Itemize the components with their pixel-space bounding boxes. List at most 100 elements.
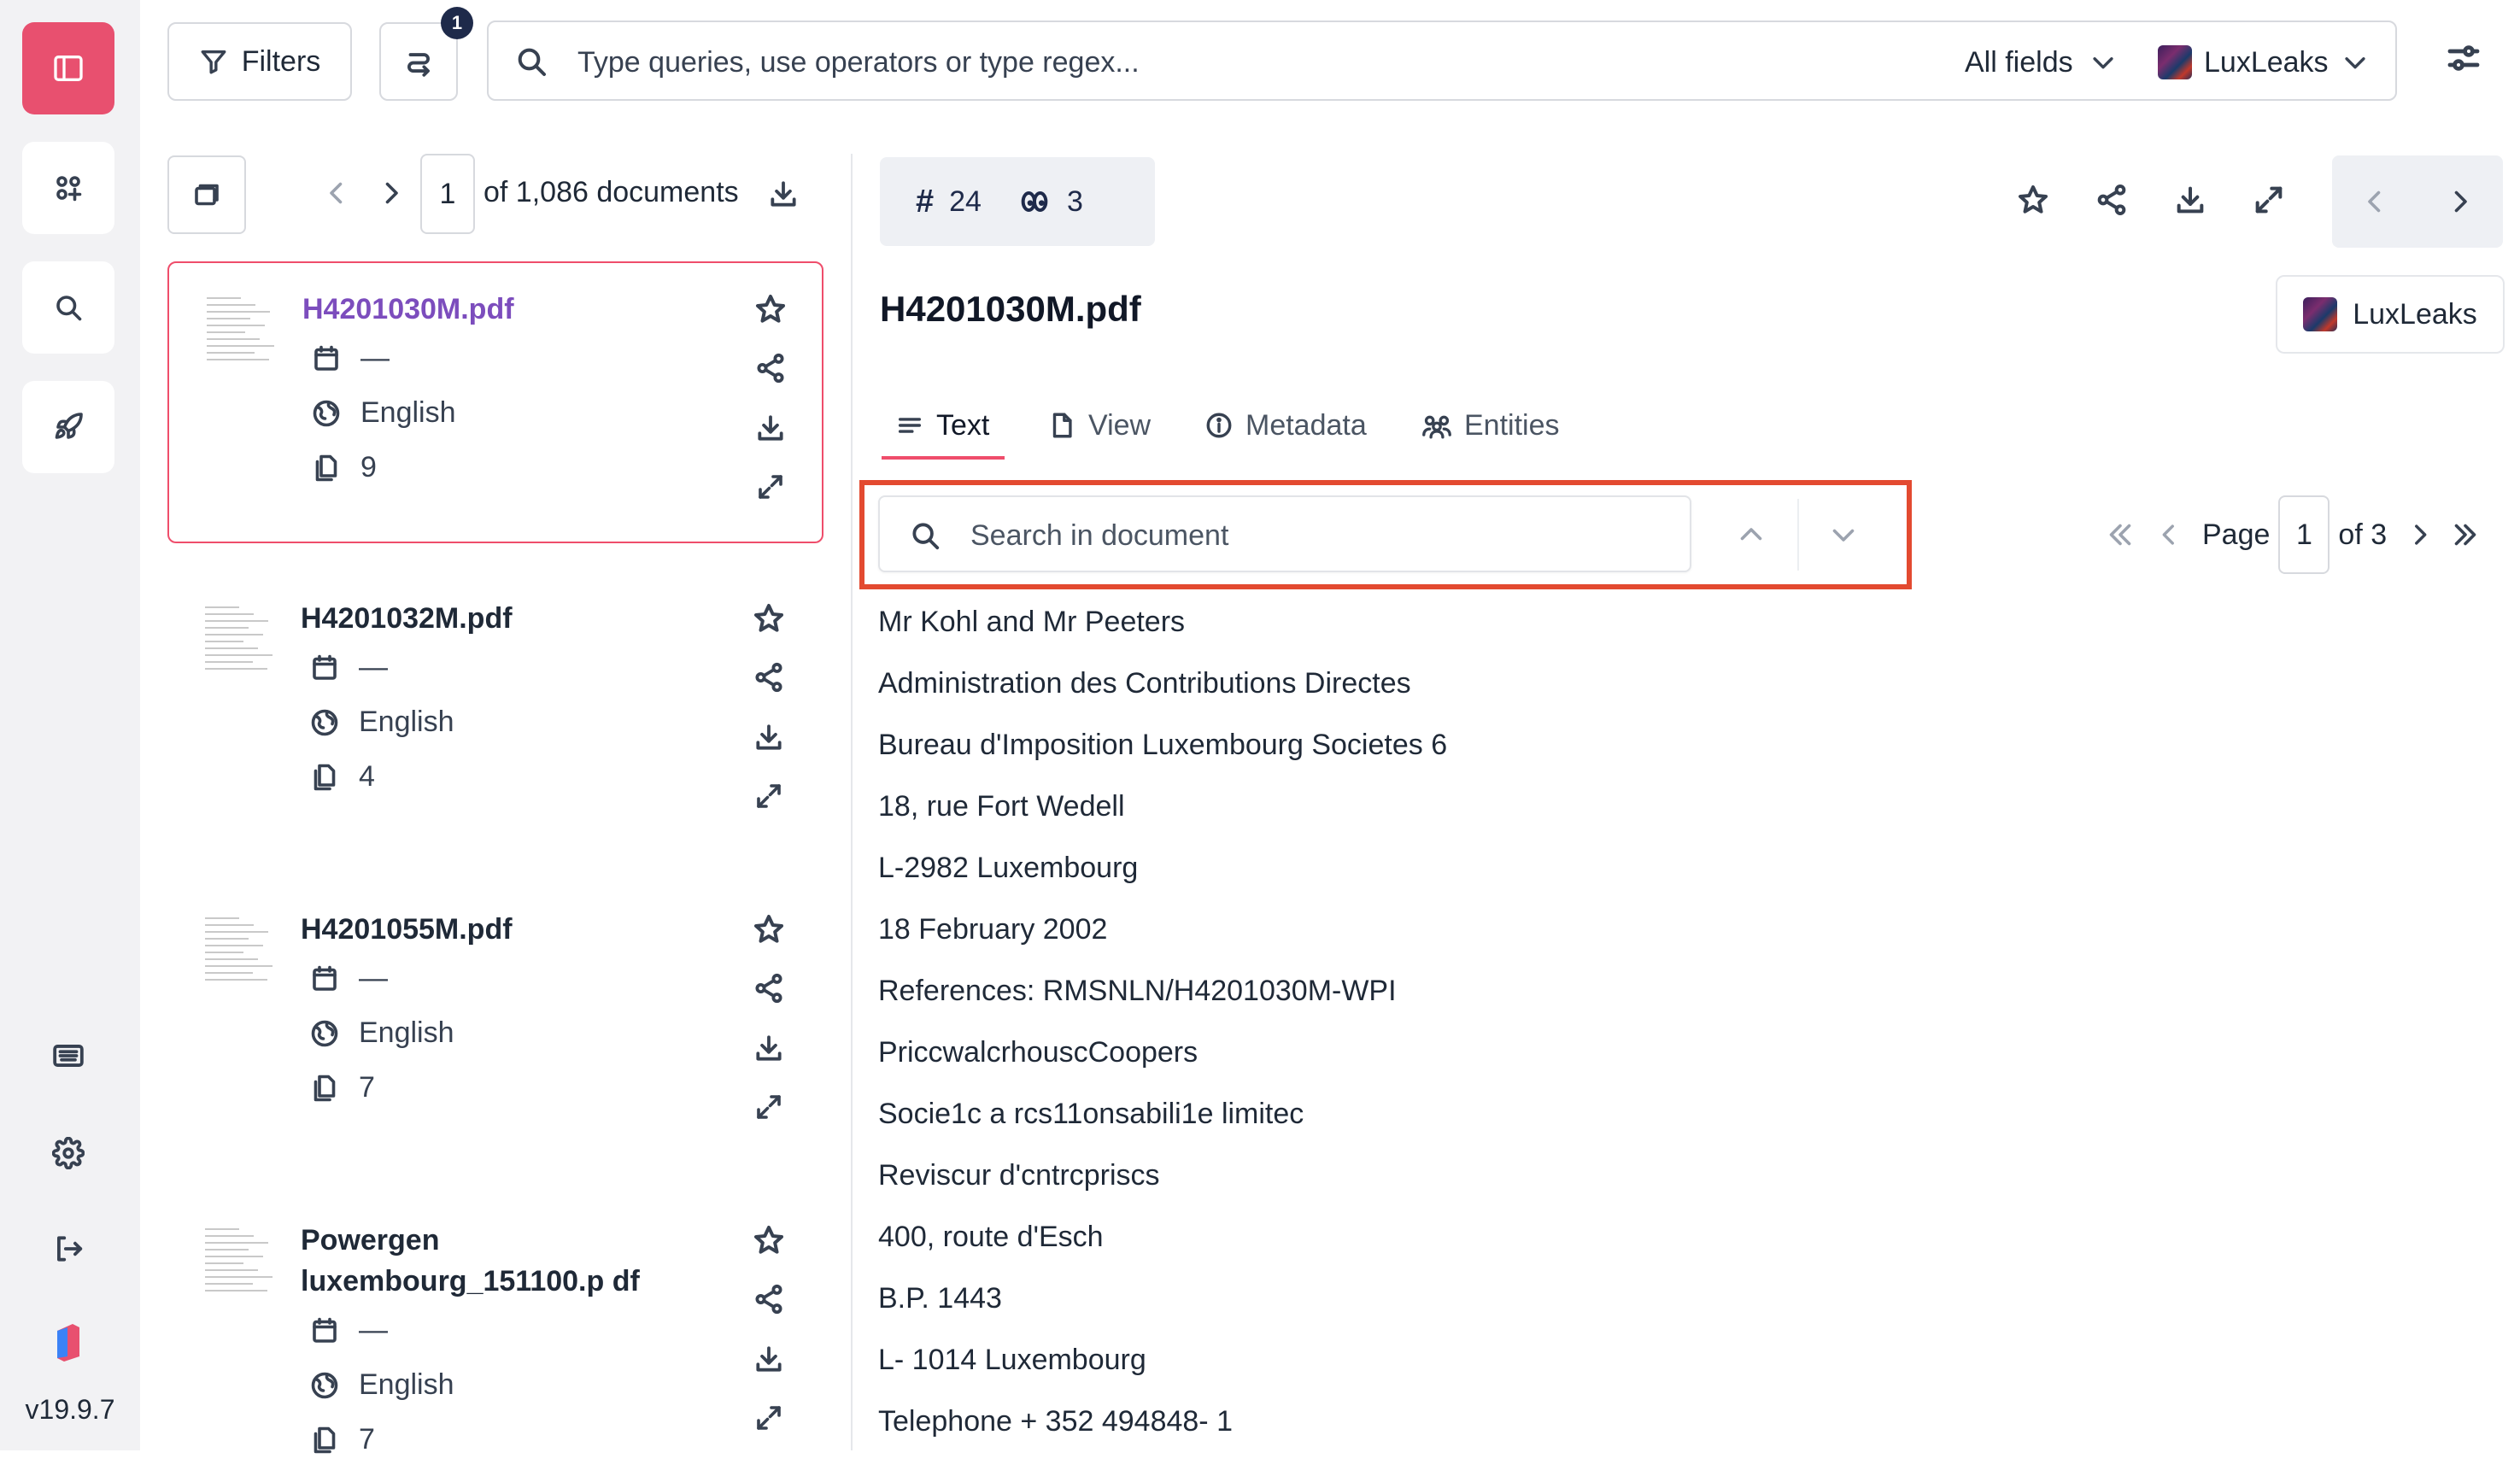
globe-icon — [313, 400, 340, 426]
next-page-button[interactable] — [376, 178, 407, 208]
document-card[interactable]: Powergen luxembourg_151100.p df — English 7 — [167, 1194, 823, 1476]
download-document-button[interactable] — [2173, 183, 2207, 217]
next-match-button[interactable] — [1797, 499, 1888, 571]
document-text-line: Reviscur d'cntrcpriscs — [878, 1159, 1160, 1192]
filters-button[interactable]: Filters — [167, 22, 352, 101]
star-button[interactable] — [753, 292, 788, 352]
share-document-button[interactable] — [2095, 183, 2129, 217]
share-icon — [755, 973, 782, 1004]
settings-button[interactable] — [43, 1128, 94, 1179]
share-button[interactable] — [752, 661, 786, 721]
download-icon — [2177, 186, 2204, 214]
tab-metadata[interactable]: Metadata — [1204, 393, 1367, 458]
project-badge[interactable]: LuxLeaks — [2276, 275, 2505, 354]
previous-page-button[interactable] — [321, 178, 352, 208]
expand-button[interactable] — [752, 1092, 786, 1151]
star-button[interactable] — [752, 1223, 786, 1283]
document-card-title[interactable]: H4201032M.pdf — [301, 598, 728, 639]
sidebar-toggle-button[interactable] — [22, 22, 114, 114]
gear-icon — [52, 1137, 85, 1169]
search-input[interactable] — [576, 36, 1690, 89]
document-card[interactable]: H4201055M.pdf — English 7 — [167, 883, 823, 1165]
pages-icon — [314, 1075, 336, 1101]
download-button[interactable] — [753, 412, 788, 472]
tags-counter[interactable]: # 24 — [916, 184, 982, 220]
tasks-button[interactable] — [22, 381, 114, 473]
document-text: Mr Kohl and Mr Peeters Administration des… — [878, 600, 1447, 1461]
funnel-icon — [201, 50, 226, 74]
share-button[interactable] — [753, 352, 788, 412]
star-button[interactable] — [752, 601, 786, 661]
download-results-button[interactable] — [767, 178, 800, 210]
previous-page-button[interactable] — [2154, 520, 2183, 549]
logout-button[interactable] — [43, 1223, 94, 1274]
left-rail: v19.9.7 — [0, 0, 140, 1450]
previous-document-button[interactable] — [2359, 186, 2390, 217]
first-page-button[interactable] — [2105, 519, 2136, 550]
chevron-right-icon — [2415, 524, 2427, 545]
calendar-icon — [313, 965, 337, 991]
chevron-left-icon — [330, 182, 343, 204]
document-date-row: — — [311, 342, 390, 375]
chevron-right-icon — [2454, 190, 2467, 213]
window-icon — [195, 184, 219, 206]
document-date: — — [359, 651, 388, 683]
document-card-title[interactable]: H4201030M.pdf — [302, 289, 730, 330]
document-search-input[interactable] — [969, 509, 1656, 562]
page-number-input[interactable]: 1 — [2278, 495, 2330, 574]
star-document-button[interactable] — [2016, 183, 2050, 217]
document-text-line: Telephone + 352 494848- 1 — [878, 1405, 1233, 1438]
tab-text[interactable]: Text — [895, 393, 989, 458]
last-page-button[interactable] — [2450, 519, 2481, 550]
star-icon — [756, 295, 785, 323]
page-number-input[interactable]: 1 — [420, 154, 475, 234]
fields-dropdown[interactable]: All fields — [1965, 38, 2118, 87]
download-button[interactable] — [752, 1032, 786, 1092]
document-card-actions — [752, 601, 786, 840]
tags-count: 24 — [949, 184, 982, 218]
document-text-line: Mr Kohl and Mr Peeters — [878, 606, 1186, 638]
double-chevron-left-icon — [2109, 524, 2131, 546]
document-card-title[interactable]: H4201055M.pdf — [301, 909, 728, 950]
document-card-actions — [753, 292, 788, 531]
recommended-counter[interactable]: 3 — [1017, 184, 1083, 219]
tab-view[interactable]: View — [1047, 393, 1151, 458]
document-date: — — [359, 962, 388, 994]
double-chevron-right-icon — [2454, 524, 2476, 546]
next-page-button[interactable] — [2406, 520, 2435, 549]
previous-match-button[interactable] — [1708, 499, 1794, 571]
project-dropdown[interactable]: LuxLeaks — [2158, 38, 2370, 87]
document-card[interactable]: H4201032M.pdf — English 4 — [167, 572, 823, 854]
share-button[interactable] — [752, 1283, 786, 1343]
star-button[interactable] — [752, 912, 786, 972]
shortcuts-button[interactable] — [43, 1030, 94, 1081]
chevron-left-icon — [2162, 524, 2174, 545]
document-text-line: 400, route d'Esch — [878, 1221, 1104, 1253]
share-icon — [757, 353, 784, 384]
project-thumbnail — [2158, 45, 2192, 79]
search-icon — [518, 48, 546, 76]
share-button[interactable] — [752, 972, 786, 1032]
expand-button[interactable] — [752, 1403, 786, 1462]
expand-button[interactable] — [753, 472, 788, 531]
search-nav-button[interactable] — [22, 261, 114, 354]
toggle-layout-button[interactable] — [167, 155, 246, 234]
document-text-line: Administration des Contributions Directe… — [878, 667, 1411, 700]
info-icon — [1206, 413, 1232, 438]
document-text-line: Socie1c a rcs11onsabili1e limitec — [878, 1098, 1304, 1130]
document-pages-row: 7 — [309, 1071, 375, 1104]
document-card[interactable]: H4201030M.pdf — English 9 — [167, 261, 823, 543]
chevron-down-icon — [1832, 529, 1855, 542]
search-settings-button[interactable] — [2443, 38, 2484, 79]
tab-entities[interactable]: Entities — [1421, 393, 1560, 458]
document-card-title[interactable]: Powergen luxembourg_151100.p df — [301, 1220, 728, 1302]
expand-icon — [757, 1406, 781, 1430]
next-document-button[interactable] — [2445, 186, 2476, 217]
expand-document-button[interactable] — [2252, 183, 2286, 217]
projects-button[interactable] — [22, 142, 114, 234]
download-button[interactable] — [752, 721, 786, 781]
logout-icon — [57, 1236, 83, 1262]
expand-button[interactable] — [752, 781, 786, 840]
download-button[interactable] — [752, 1343, 786, 1403]
document-text-line: References: RMSNLN/H4201030M-WPI — [878, 975, 1397, 1007]
